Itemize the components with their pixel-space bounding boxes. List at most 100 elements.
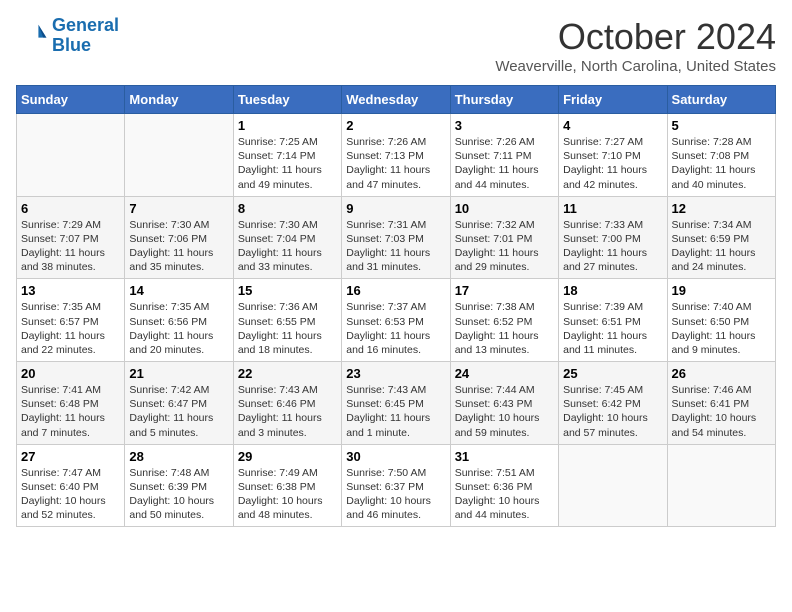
day-number: 31 (455, 449, 554, 464)
header-day-thursday: Thursday (450, 86, 558, 114)
header-day-friday: Friday (559, 86, 667, 114)
day-info: Sunrise: 7:30 AMSunset: 7:04 PMDaylight:… (238, 218, 337, 275)
day-info: Sunrise: 7:48 AMSunset: 6:39 PMDaylight:… (129, 466, 228, 523)
location-subtitle: Weaverville, North Carolina, United Stat… (495, 58, 776, 75)
day-info: Sunrise: 7:26 AMSunset: 7:11 PMDaylight:… (455, 135, 554, 192)
header-day-monday: Monday (125, 86, 233, 114)
day-info: Sunrise: 7:41 AMSunset: 6:48 PMDaylight:… (21, 383, 120, 440)
day-info: Sunrise: 7:28 AMSunset: 7:08 PMDaylight:… (672, 135, 771, 192)
calendar-cell: 28 Sunrise: 7:48 AMSunset: 6:39 PMDayligh… (125, 444, 233, 527)
day-info: Sunrise: 7:32 AMSunset: 7:01 PMDaylight:… (455, 218, 554, 275)
header-day-saturday: Saturday (667, 86, 775, 114)
calendar-cell: 7Sunrise: 7:30 AMSunset: 7:06 PMDaylight… (125, 196, 233, 279)
day-info: Sunrise: 7:35 AMSunset: 6:57 PMDaylight:… (21, 300, 120, 357)
day-number: 7 (129, 201, 228, 216)
day-info: Sunrise: 7:33 AMSunset: 7:00 PMDaylight:… (563, 218, 662, 275)
day-number: 5 (672, 118, 771, 133)
calendar-cell (667, 444, 775, 527)
day-info: Sunrise: 7:50 AMSunset: 6:37 PMDaylight:… (346, 466, 445, 523)
calendar-cell: 8Sunrise: 7:30 AMSunset: 7:04 PMDaylight… (233, 196, 341, 279)
calendar-cell (125, 114, 233, 197)
day-number: 22 (238, 366, 337, 381)
day-info: Sunrise: 7:25 AMSunset: 7:14 PMDaylight:… (238, 135, 337, 192)
day-number: 9 (346, 201, 445, 216)
day-number: 10 (455, 201, 554, 216)
day-number: 23 (346, 366, 445, 381)
calendar-cell: 27 Sunrise: 7:47 AMSunset: 6:40 PMDayligh… (17, 444, 125, 527)
calendar-cell: 20 Sunrise: 7:41 AMSunset: 6:48 PMDayligh… (17, 362, 125, 445)
logo: General Blue (16, 16, 119, 56)
calendar-cell: 13Sunrise: 7:35 AMSunset: 6:57 PMDayligh… (17, 279, 125, 362)
calendar-cell: 17 Sunrise: 7:38 AMSunset: 6:52 PMDayligh… (450, 279, 558, 362)
calendar-cell: 22 Sunrise: 7:43 AMSunset: 6:46 PMDayligh… (233, 362, 341, 445)
header-day-wednesday: Wednesday (342, 86, 450, 114)
title-block: October 2024 Weaverville, North Carolina… (495, 16, 776, 75)
calendar-cell (17, 114, 125, 197)
calendar-cell: 19 Sunrise: 7:40 AMSunset: 6:50 PMDayligh… (667, 279, 775, 362)
calendar-cell: 18 Sunrise: 7:39 AMSunset: 6:51 PMDayligh… (559, 279, 667, 362)
logo-icon (16, 20, 48, 52)
day-info: Sunrise: 7:34 AMSunset: 6:59 PMDaylight:… (672, 218, 771, 275)
day-number: 29 (238, 449, 337, 464)
calendar-cell: 30 Sunrise: 7:50 AMSunset: 6:37 PMDayligh… (342, 444, 450, 527)
header-day-tuesday: Tuesday (233, 86, 341, 114)
day-info: Sunrise: 7:44 AMSunset: 6:43 PMDaylight:… (455, 383, 554, 440)
day-number: 17 (455, 283, 554, 298)
calendar-week-2: 6Sunrise: 7:29 AMSunset: 7:07 PMDaylight… (17, 196, 776, 279)
day-info: Sunrise: 7:26 AMSunset: 7:13 PMDaylight:… (346, 135, 445, 192)
day-info: Sunrise: 7:47 AMSunset: 6:40 PMDaylight:… (21, 466, 120, 523)
day-number: 15 (238, 283, 337, 298)
calendar-cell: 25Sunrise: 7:45 AMSunset: 6:42 PMDayligh… (559, 362, 667, 445)
calendar-cell (559, 444, 667, 527)
calendar-week-1: 1 Sunrise: 7:25 AMSunset: 7:14 PMDaylight… (17, 114, 776, 197)
page-header: General Blue October 2024 Weaverville, N… (16, 16, 776, 75)
day-info: Sunrise: 7:40 AMSunset: 6:50 PMDaylight:… (672, 300, 771, 357)
day-info: Sunrise: 7:43 AMSunset: 6:45 PMDaylight:… (346, 383, 445, 440)
day-number: 4 (563, 118, 662, 133)
day-number: 2 (346, 118, 445, 133)
calendar-cell: 6Sunrise: 7:29 AMSunset: 7:07 PMDaylight… (17, 196, 125, 279)
calendar-cell: 1 Sunrise: 7:25 AMSunset: 7:14 PMDaylight… (233, 114, 341, 197)
calendar-header: SundayMondayTuesdayWednesdayThursdayFrid… (17, 86, 776, 114)
calendar-body: 1 Sunrise: 7:25 AMSunset: 7:14 PMDaylight… (17, 114, 776, 527)
header-day-sunday: Sunday (17, 86, 125, 114)
day-number: 27 (21, 449, 120, 464)
day-info: Sunrise: 7:31 AMSunset: 7:03 PMDaylight:… (346, 218, 445, 275)
calendar-week-3: 13Sunrise: 7:35 AMSunset: 6:57 PMDayligh… (17, 279, 776, 362)
calendar-cell: 11Sunrise: 7:33 AMSunset: 7:00 PMDayligh… (559, 196, 667, 279)
day-info: Sunrise: 7:43 AMSunset: 6:46 PMDaylight:… (238, 383, 337, 440)
day-info: Sunrise: 7:39 AMSunset: 6:51 PMDaylight:… (563, 300, 662, 357)
day-number: 14 (129, 283, 228, 298)
calendar-cell: 12 Sunrise: 7:34 AMSunset: 6:59 PMDayligh… (667, 196, 775, 279)
day-number: 3 (455, 118, 554, 133)
calendar-cell: 31 Sunrise: 7:51 AMSunset: 6:36 PMDayligh… (450, 444, 558, 527)
day-number: 28 (129, 449, 228, 464)
calendar-week-5: 27 Sunrise: 7:47 AMSunset: 6:40 PMDayligh… (17, 444, 776, 527)
day-info: Sunrise: 7:42 AMSunset: 6:47 PMDaylight:… (129, 383, 228, 440)
calendar-cell: 5 Sunrise: 7:28 AMSunset: 7:08 PMDaylight… (667, 114, 775, 197)
day-info: Sunrise: 7:38 AMSunset: 6:52 PMDaylight:… (455, 300, 554, 357)
calendar-cell: 14Sunrise: 7:35 AMSunset: 6:56 PMDayligh… (125, 279, 233, 362)
day-info: Sunrise: 7:51 AMSunset: 6:36 PMDaylight:… (455, 466, 554, 523)
day-number: 20 (21, 366, 120, 381)
calendar-cell: 2 Sunrise: 7:26 AMSunset: 7:13 PMDaylight… (342, 114, 450, 197)
day-number: 21 (129, 366, 228, 381)
calendar-cell: 29 Sunrise: 7:49 AMSunset: 6:38 PMDayligh… (233, 444, 341, 527)
calendar-cell: 26Sunrise: 7:46 AMSunset: 6:41 PMDayligh… (667, 362, 775, 445)
day-number: 18 (563, 283, 662, 298)
calendar-cell: 10 Sunrise: 7:32 AMSunset: 7:01 PMDayligh… (450, 196, 558, 279)
day-number: 30 (346, 449, 445, 464)
logo-text: General Blue (52, 16, 119, 56)
day-info: Sunrise: 7:45 AMSunset: 6:42 PMDaylight:… (563, 383, 662, 440)
calendar-week-4: 20 Sunrise: 7:41 AMSunset: 6:48 PMDayligh… (17, 362, 776, 445)
day-info: Sunrise: 7:37 AMSunset: 6:53 PMDaylight:… (346, 300, 445, 357)
calendar-cell: 16Sunrise: 7:37 AMSunset: 6:53 PMDayligh… (342, 279, 450, 362)
day-info: Sunrise: 7:46 AMSunset: 6:41 PMDaylight:… (672, 383, 771, 440)
day-info: Sunrise: 7:49 AMSunset: 6:38 PMDaylight:… (238, 466, 337, 523)
day-info: Sunrise: 7:36 AMSunset: 6:55 PMDaylight:… (238, 300, 337, 357)
header-row: SundayMondayTuesdayWednesdayThursdayFrid… (17, 86, 776, 114)
day-number: 12 (672, 201, 771, 216)
day-number: 19 (672, 283, 771, 298)
day-number: 1 (238, 118, 337, 133)
calendar-cell: 3 Sunrise: 7:26 AMSunset: 7:11 PMDaylight… (450, 114, 558, 197)
